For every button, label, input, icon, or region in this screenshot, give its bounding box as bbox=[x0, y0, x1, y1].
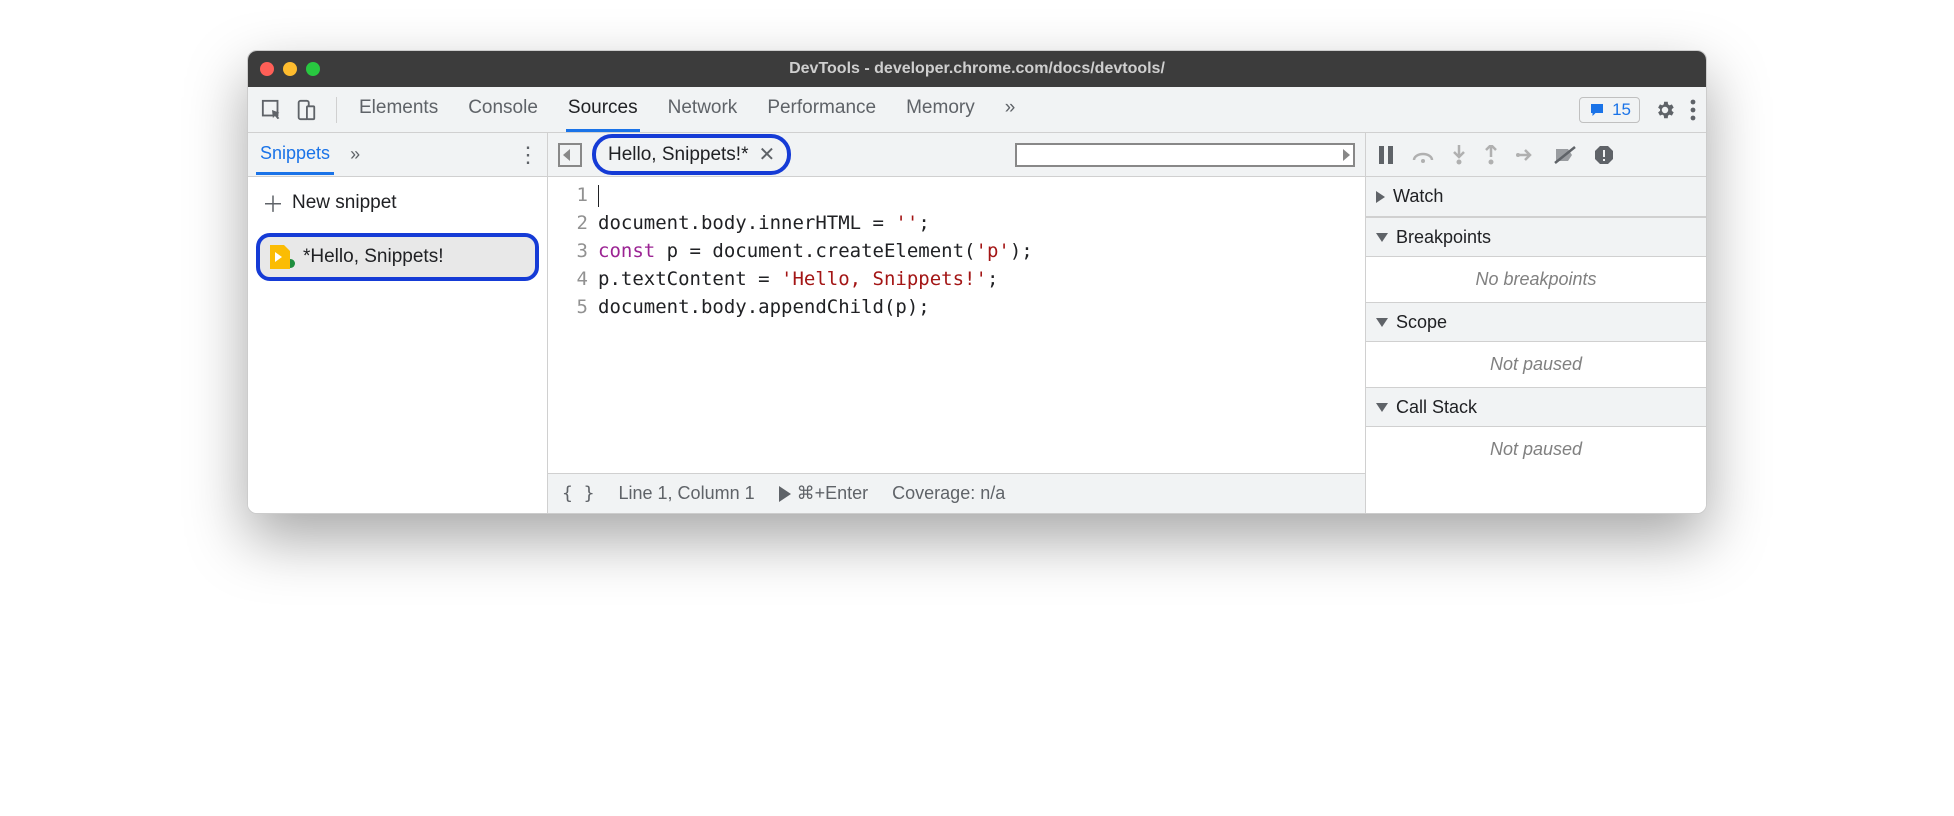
main-toolbar: Elements Console Sources Network Perform… bbox=[248, 87, 1706, 133]
navigator-panel: Snippets » ⋮ ＋ New snippet *Hello, Snipp… bbox=[248, 133, 548, 513]
editor-panel: Hello, Snippets!* ✕ 12345 document.body.… bbox=[548, 133, 1366, 513]
close-tab-icon[interactable]: ✕ bbox=[758, 142, 775, 167]
callstack-label: Call Stack bbox=[1396, 397, 1477, 418]
settings-icon[interactable] bbox=[1654, 99, 1676, 121]
navigator-menu-icon[interactable]: ⋮ bbox=[517, 142, 539, 168]
toolbar-right: 15 bbox=[1579, 97, 1696, 123]
tab-performance[interactable]: Performance bbox=[765, 87, 878, 132]
snippet-name: *Hello, Snippets! bbox=[303, 246, 443, 268]
tabs-overflow[interactable]: » bbox=[1003, 87, 1018, 132]
navigator-header: Snippets » ⋮ bbox=[248, 133, 547, 177]
navigator-overflow[interactable]: » bbox=[350, 144, 360, 165]
play-icon bbox=[779, 486, 791, 502]
pause-on-exceptions-icon[interactable] bbox=[1594, 145, 1614, 165]
plus-icon: ＋ bbox=[262, 187, 284, 219]
editor-footer: { } Line 1, Column 1 ⌘+Enter Coverage: n… bbox=[548, 473, 1365, 513]
tab-memory[interactable]: Memory bbox=[904, 87, 977, 132]
step-icon[interactable] bbox=[1516, 148, 1536, 162]
pause-icon[interactable] bbox=[1378, 146, 1394, 164]
code-content[interactable]: document.body.innerHTML = ''; const p = … bbox=[598, 181, 1365, 473]
nav-forward-icon[interactable] bbox=[1015, 143, 1355, 167]
editor-header: Hello, Snippets!* ✕ bbox=[548, 133, 1365, 177]
panel-body: Snippets » ⋮ ＋ New snippet *Hello, Snipp… bbox=[248, 133, 1706, 513]
watch-label: Watch bbox=[1393, 186, 1443, 207]
close-window-button[interactable] bbox=[260, 62, 274, 76]
debugger-toolbar bbox=[1366, 133, 1706, 177]
navigator-tab-snippets[interactable]: Snippets bbox=[256, 135, 334, 175]
tab-elements[interactable]: Elements bbox=[357, 87, 440, 132]
debugger-panel: Watch Breakpoints No breakpoints Scope N… bbox=[1366, 133, 1706, 513]
cursor-position: Line 1, Column 1 bbox=[619, 483, 755, 504]
collapse-icon bbox=[1376, 403, 1388, 412]
nav-back-icon[interactable] bbox=[558, 143, 582, 167]
tab-sources[interactable]: Sources bbox=[566, 87, 640, 132]
callstack-section-header[interactable]: Call Stack bbox=[1366, 387, 1706, 427]
tab-console[interactable]: Console bbox=[466, 87, 540, 132]
expand-icon bbox=[1376, 191, 1385, 203]
run-hint: ⌘+Enter bbox=[797, 483, 869, 504]
step-out-icon[interactable] bbox=[1484, 145, 1498, 165]
window-title: DevTools - developer.chrome.com/docs/dev… bbox=[248, 60, 1706, 78]
minimize-window-button[interactable] bbox=[283, 62, 297, 76]
breakpoints-section-header[interactable]: Breakpoints bbox=[1366, 217, 1706, 257]
issues-button[interactable]: 15 bbox=[1579, 97, 1640, 123]
tab-network[interactable]: Network bbox=[666, 87, 740, 132]
scope-section-header[interactable]: Scope bbox=[1366, 302, 1706, 342]
callstack-body: Not paused bbox=[1366, 427, 1706, 472]
device-toolbar-icon[interactable] bbox=[292, 96, 320, 124]
scope-body: Not paused bbox=[1366, 342, 1706, 387]
inspect-element-icon[interactable] bbox=[258, 96, 286, 124]
pretty-print-icon[interactable]: { } bbox=[562, 483, 595, 504]
step-over-icon[interactable] bbox=[1412, 146, 1434, 164]
traffic-lights bbox=[260, 62, 320, 76]
watch-section-header[interactable]: Watch bbox=[1366, 177, 1706, 217]
snippet-file-icon bbox=[270, 245, 290, 269]
scope-label: Scope bbox=[1396, 312, 1447, 333]
devtools-window: DevTools - developer.chrome.com/docs/dev… bbox=[247, 50, 1707, 514]
code-editor[interactable]: 12345 document.body.innerHTML = ''; cons… bbox=[548, 177, 1365, 473]
titlebar: DevTools - developer.chrome.com/docs/dev… bbox=[248, 51, 1706, 87]
panel-tabs: Elements Console Sources Network Perform… bbox=[357, 87, 1017, 132]
issues-count: 15 bbox=[1612, 100, 1631, 120]
editor-tab-label: Hello, Snippets!* bbox=[608, 144, 748, 166]
breakpoints-body: No breakpoints bbox=[1366, 257, 1706, 302]
deactivate-breakpoints-icon[interactable] bbox=[1554, 146, 1576, 164]
new-snippet-button[interactable]: ＋ New snippet bbox=[248, 177, 547, 229]
separator bbox=[336, 97, 337, 123]
maximize-window-button[interactable] bbox=[306, 62, 320, 76]
breakpoints-label: Breakpoints bbox=[1396, 227, 1491, 248]
line-gutter: 12345 bbox=[548, 181, 598, 473]
navigator-body: ＋ New snippet *Hello, Snippets! bbox=[248, 177, 547, 513]
more-menu-icon[interactable] bbox=[1690, 99, 1696, 121]
collapse-icon bbox=[1376, 233, 1388, 242]
snippet-item[interactable]: *Hello, Snippets! bbox=[256, 233, 539, 281]
step-into-icon[interactable] bbox=[1452, 145, 1466, 165]
editor-file-tab[interactable]: Hello, Snippets!* ✕ bbox=[592, 134, 791, 175]
new-snippet-label: New snippet bbox=[292, 192, 397, 214]
run-snippet-button[interactable]: ⌘+Enter bbox=[779, 483, 869, 504]
collapse-icon bbox=[1376, 318, 1388, 327]
coverage-status: Coverage: n/a bbox=[892, 483, 1005, 504]
